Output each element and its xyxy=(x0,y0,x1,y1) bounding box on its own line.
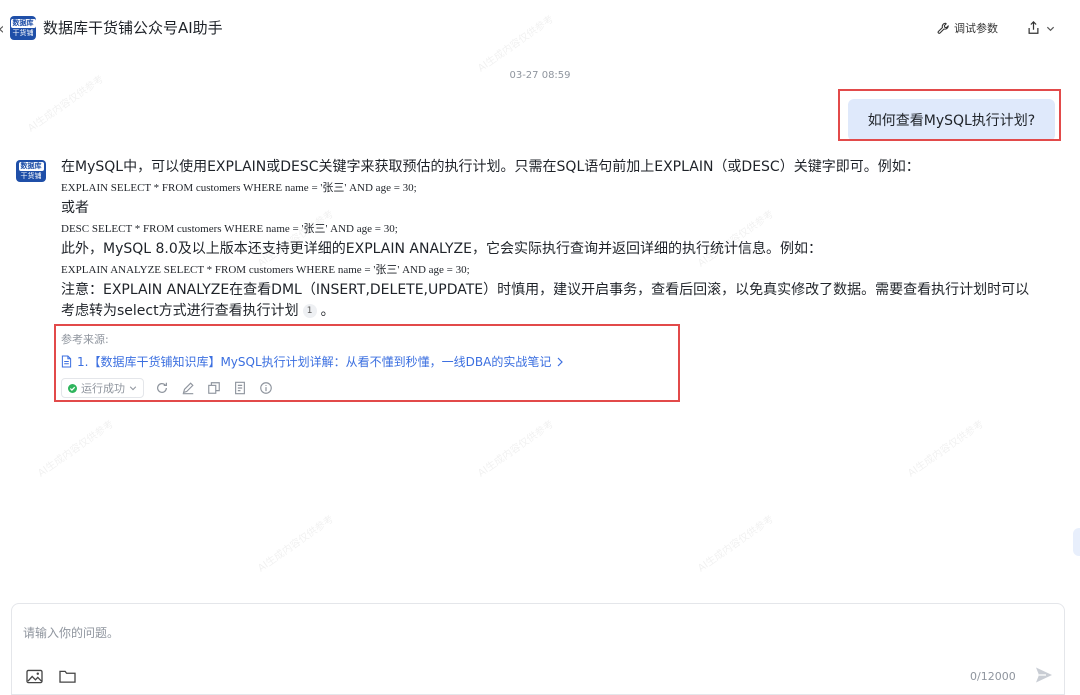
question-highlight-box xyxy=(838,89,1061,141)
assistant-answer: 在MySQL中，可以使用EXPLAIN或DESC关键字来获取预估的执行计划。只需… xyxy=(61,157,1061,322)
image-icon[interactable] xyxy=(25,667,43,685)
watermark: AI生成内容仅供参考 xyxy=(476,418,556,480)
question-input-area[interactable]: 请输入你的问题。 0/12000 xyxy=(11,603,1065,695)
share-menu-button[interactable] xyxy=(1027,18,1055,38)
code-line: EXPLAIN SELECT * FROM customers WHERE na… xyxy=(61,182,417,194)
answer-note-text: 。 xyxy=(320,303,335,319)
watermark: AI生成内容仅供参考 xyxy=(906,418,986,480)
answer-paragraph: 在MySQL中，可以使用EXPLAIN或DESC关键字来获取预估的执行计划。只需… xyxy=(61,159,920,175)
references-highlight-box xyxy=(54,324,680,402)
chat-app: AI生成内容仅供参考 AI生成内容仅供参考 AI生成内容仅供参考 AI生成内容仅… xyxy=(0,0,1080,695)
debug-params-label: 调试参数 xyxy=(954,22,998,35)
folder-icon[interactable] xyxy=(58,667,76,685)
app-logo: 数据库 干货铺 xyxy=(10,16,36,40)
chevron-left-icon[interactable]: ‹ xyxy=(0,19,4,38)
header: ‹ 数据库 干货铺 数据库干货铺公众号AI助手 调试参数 xyxy=(0,0,1080,56)
question-input-placeholder: 请输入你的问题。 xyxy=(23,626,120,640)
code-line: EXPLAIN ANALYZE SELECT * FROM customers … xyxy=(61,264,470,276)
answer-paragraph: 或者 xyxy=(61,200,89,216)
answer-note-text: 考虑转为select方式进行查看执行计划 xyxy=(61,303,299,319)
watermark: AI生成内容仅供参考 xyxy=(36,418,116,480)
wrench-icon xyxy=(937,22,949,34)
message-timestamp: 03-27 08:59 xyxy=(509,70,571,81)
send-icon[interactable] xyxy=(1033,664,1055,686)
answer-note-text: 注意：EXPLAIN ANALYZE在查看DML（INSERT,DELETE,U… xyxy=(61,282,1030,298)
debug-params-button[interactable]: 调试参数 xyxy=(937,18,998,38)
answer-note-paragraph: 注意：EXPLAIN ANALYZE在查看DML（INSERT,DELETE,U… xyxy=(61,280,1051,322)
answer-paragraph: 此外，MySQL 8.0及以上版本还支持更详细的EXPLAIN ANALYZE，… xyxy=(61,241,822,257)
side-panel-tab[interactable] xyxy=(1073,528,1080,556)
chevron-down-icon xyxy=(1046,26,1055,31)
code-line: DESC SELECT * FROM customers WHERE name … xyxy=(61,223,398,235)
watermark: AI生成内容仅供参考 xyxy=(696,513,776,575)
app-title: 数据库干货铺公众号AI助手 xyxy=(43,19,223,37)
assistant-avatar: 数据库 干货铺 xyxy=(16,160,46,182)
citation-badge[interactable]: 1 xyxy=(302,304,317,318)
share-icon xyxy=(1028,21,1039,34)
watermark: AI生成内容仅供参考 xyxy=(256,513,336,575)
character-counter: 0/12000 xyxy=(970,670,1016,683)
